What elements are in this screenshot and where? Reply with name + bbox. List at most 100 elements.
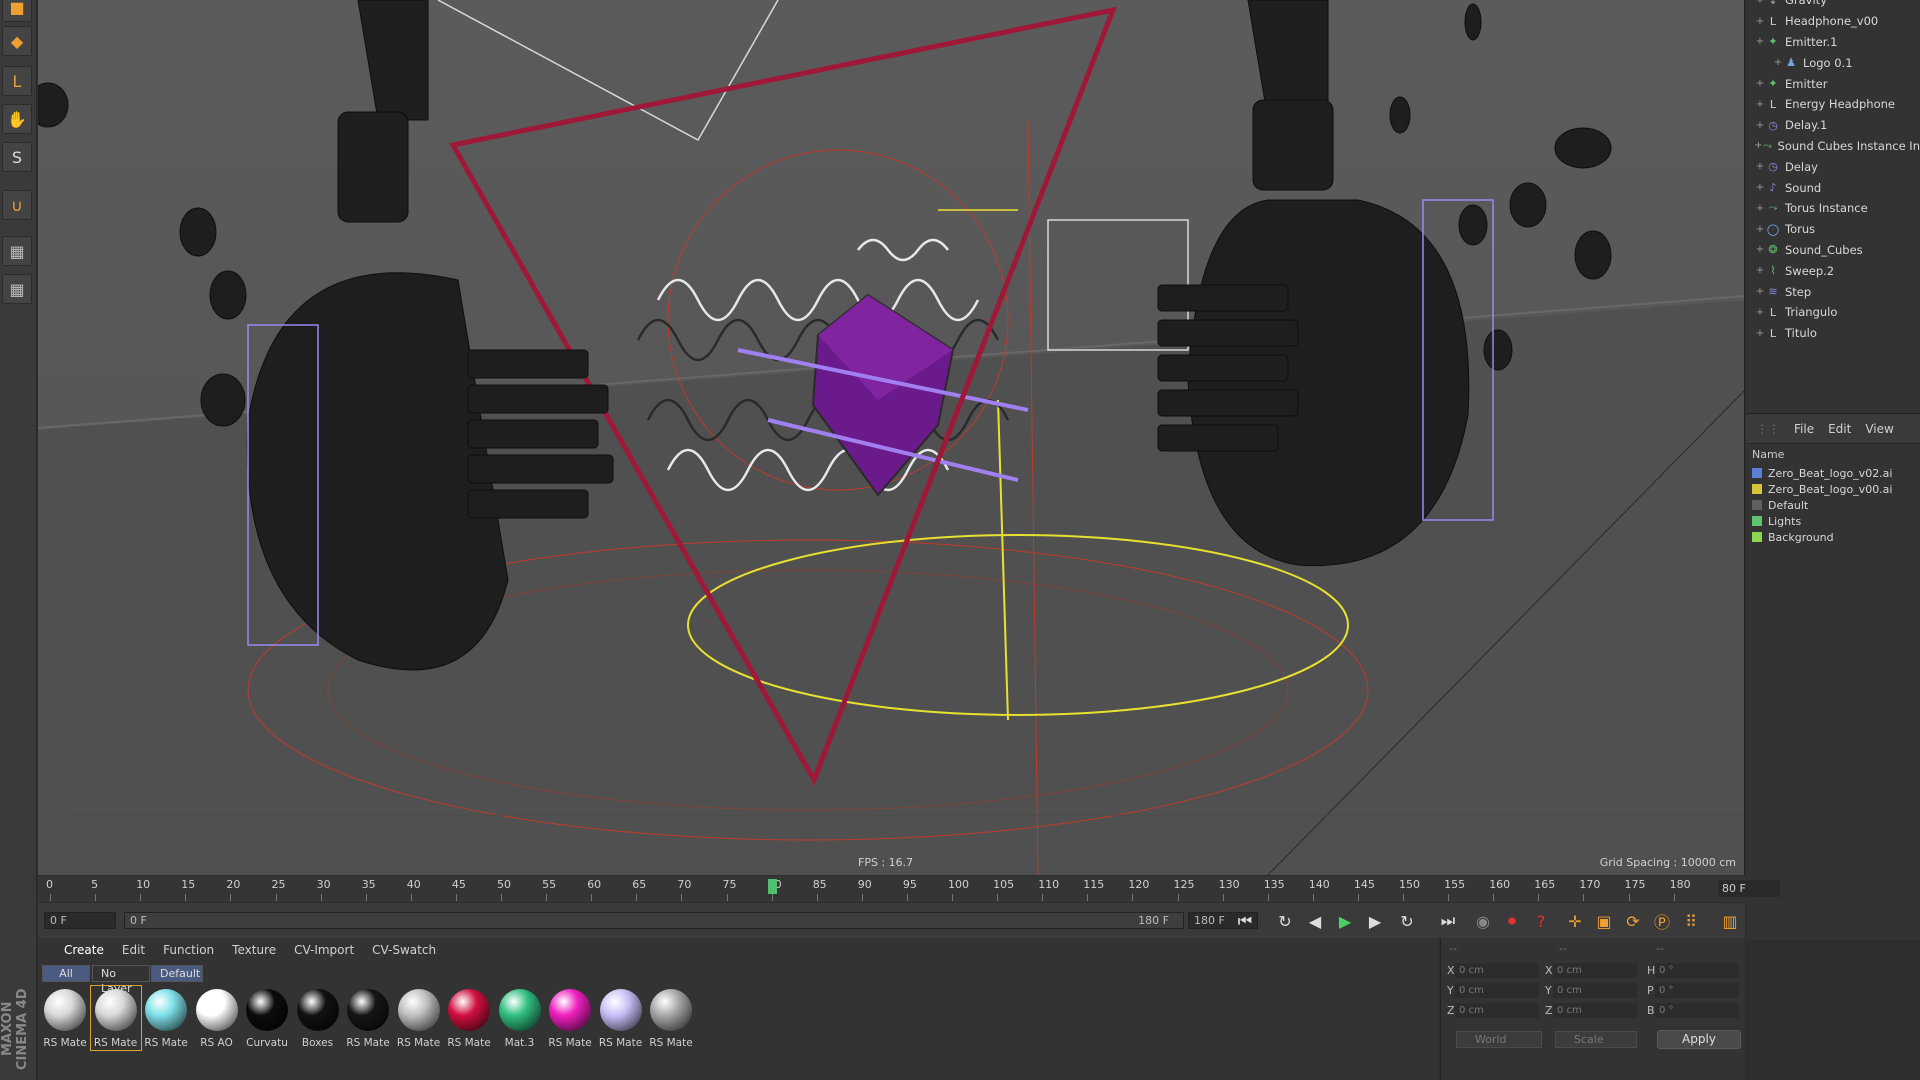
object-row[interactable]: + ↓ Gravity [1746,0,1920,11]
point-level-key-icon[interactable]: ⠿ [1679,909,1703,933]
expand-icon[interactable]: + [1754,16,1766,27]
material-menu-edit[interactable]: Edit [122,943,145,957]
object-row[interactable]: + ✦ Emitter [1746,73,1920,94]
coord-value-field[interactable]: 0 cm [1455,963,1539,978]
play-icon[interactable]: ▶ [1333,909,1357,933]
expand-icon[interactable]: + [1754,307,1766,318]
loop-forward-icon[interactable]: ↻ [1395,909,1419,933]
object-row[interactable]: + ❂ Sound_Cubes [1746,240,1920,261]
hand-icon[interactable]: ✋ [2,104,32,134]
object-row[interactable]: + ♪ Sound [1746,177,1920,198]
axis-icon[interactable]: L [2,66,32,96]
layer-row[interactable]: Default [1746,497,1920,513]
expand-icon[interactable]: + [1754,161,1766,172]
timeline-ruler[interactable]: 0510152025303540455055606570758085909510… [38,876,1780,902]
material-swatch[interactable]: Boxes [293,986,343,1050]
go-to-start-icon[interactable]: ⏮ [1233,909,1257,933]
coord-value-field[interactable]: 0 ° [1655,1003,1739,1018]
expand-icon[interactable]: + [1754,36,1766,47]
record-keys-icon[interactable]: ◉ [1471,909,1495,933]
object-row[interactable]: + L Headphone_v00 [1746,11,1920,32]
expand-icon[interactable]: + [1754,120,1766,131]
object-row[interactable]: + L Triangulo [1746,302,1920,323]
3d-viewport[interactable]: FPS : 16.7 Grid Spacing : 10000 cm [38,0,1745,875]
coord-value-field[interactable]: 0 cm [1455,1003,1539,1018]
expand-icon[interactable]: + [1754,0,1766,6]
filter-default[interactable]: Default [151,965,203,982]
expand-icon[interactable]: + [1754,224,1766,235]
coord-value-field[interactable]: 0 ° [1655,963,1739,978]
coord-value-field[interactable]: 0 cm [1455,983,1539,998]
object-row[interactable]: + ◷ Delay.1 [1746,115,1920,136]
expand-icon[interactable]: + [1772,57,1784,68]
expand-icon[interactable]: + [1754,244,1766,255]
material-swatch[interactable]: Mat.3 [495,986,545,1050]
go-to-end-icon[interactable]: ⏭ [1436,909,1460,933]
checker-icon[interactable]: ▦ [2,274,32,304]
parameter-key-icon[interactable]: Ⓟ [1650,909,1674,933]
coordinate-space-dropdown[interactable]: World [1456,1031,1542,1048]
loop-icon[interactable]: ↻ [1273,909,1297,933]
filter-all[interactable]: All [42,965,90,982]
material-menu-cv-swatch[interactable]: CV-Swatch [372,943,436,957]
step-back-icon[interactable]: ◀ [1303,909,1327,933]
expand-icon[interactable]: + [1754,203,1766,214]
material-swatch[interactable]: RS Mate [646,986,696,1050]
step-forward-icon[interactable]: ▶ [1363,909,1387,933]
layer-row[interactable]: Zero_Beat_logo_v00.ai [1746,481,1920,497]
coord-value-field[interactable]: 0 cm [1553,963,1637,978]
object-row[interactable]: + ≋ Step [1746,281,1920,302]
expand-icon[interactable]: + [1754,286,1766,297]
material-swatch[interactable]: RS Mate [89,985,142,1051]
expand-icon[interactable]: + [1754,182,1766,193]
coord-value-field[interactable]: 0 cm [1553,1003,1637,1018]
position-key-icon[interactable]: ✛ [1563,909,1587,933]
cube-primitive-icon[interactable]: ◆ [2,26,32,56]
timeline-window-icon[interactable]: ▥ [1718,909,1742,933]
layer-menu-view[interactable]: View [1865,422,1893,436]
material-menu-texture[interactable]: Texture [232,943,276,957]
object-row[interactable]: + L Energy Headphone [1746,94,1920,115]
coord-value-field[interactable]: 0 cm [1553,983,1637,998]
playhead[interactable] [767,879,777,894]
object-row[interactable]: + ♟ Logo 0.1 [1746,52,1920,73]
layer-menu-file[interactable]: File [1794,422,1814,436]
scale-key-icon[interactable]: ▣ [1592,909,1616,933]
layer-row[interactable]: Lights [1746,513,1920,529]
material-swatch[interactable]: RS Mate [394,986,444,1050]
material-swatch[interactable]: RS Mate [545,986,595,1050]
material-menu-function[interactable]: Function [163,943,214,957]
rotation-key-icon[interactable]: ⟳ [1621,909,1645,933]
material-swatch[interactable]: RS Mate [141,986,191,1050]
material-swatch[interactable]: Curvatu [242,986,292,1050]
material-swatch[interactable]: RS AO [192,986,242,1050]
material-swatch[interactable]: RS Mate [343,986,393,1050]
material-swatch[interactable]: RS Mate [596,986,646,1050]
object-row[interactable]: + ⌇ Sweep.2 [1746,260,1920,281]
current-frame-field[interactable]: 80 F [1718,880,1780,897]
magnet-icon[interactable]: ∪ [2,190,32,220]
object-row[interactable]: + ◯ Torus [1746,219,1920,240]
material-swatch[interactable]: RS Mate [40,986,90,1050]
material-menu-create[interactable]: Create [64,943,104,957]
layer-row[interactable]: Background [1746,529,1920,545]
apply-button[interactable]: Apply [1657,1030,1741,1049]
object-row[interactable]: + L Titulo [1746,323,1920,344]
coord-value-field[interactable]: 0 ° [1655,983,1739,998]
layer-menu-edit[interactable]: Edit [1828,422,1851,436]
checker-lock-icon[interactable]: ▦ [2,236,32,266]
cube-icon[interactable]: ■ [2,0,32,22]
filter-no-layer[interactable]: No Layer [92,965,150,995]
coordinate-mode-dropdown[interactable]: Scale [1555,1031,1637,1048]
object-row[interactable]: + ✦ Emitter.1 [1746,32,1920,53]
material-swatch[interactable]: RS Mate [444,986,494,1050]
expand-icon[interactable]: + [1754,140,1763,151]
layer-row[interactable]: Zero_Beat_logo_v02.ai [1746,465,1920,481]
keyframe-selection-icon[interactable]: ? [1529,909,1553,933]
expand-icon[interactable]: + [1754,99,1766,110]
expand-icon[interactable]: + [1754,265,1766,276]
material-menu-cv-import[interactable]: CV-Import [294,943,354,957]
frame-range-slider[interactable]: 0 F 180 F [124,912,1184,929]
s-icon[interactable]: S [2,142,32,172]
start-frame-field[interactable]: 0 F [44,912,116,929]
